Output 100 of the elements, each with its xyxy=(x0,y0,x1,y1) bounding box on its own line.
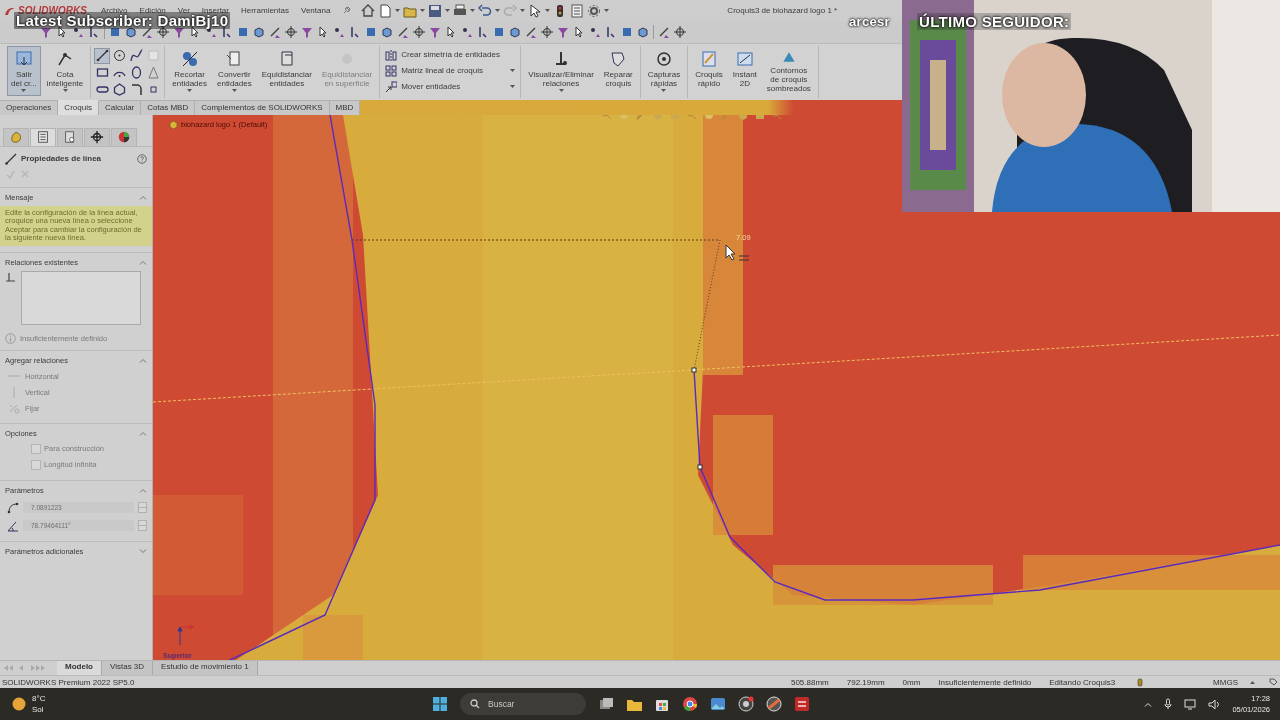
caret-icon[interactable] xyxy=(495,9,501,13)
tag-icon[interactable] xyxy=(1269,678,1278,687)
spline-tool-icon[interactable] xyxy=(129,49,143,63)
monitor-icon[interactable] xyxy=(1184,698,1197,710)
undo-icon[interactable] xyxy=(478,3,493,18)
cube-icon[interactable] xyxy=(637,26,649,39)
caret-icon[interactable] xyxy=(545,9,551,13)
pin-icon[interactable] xyxy=(342,6,352,16)
sketch-point[interactable] xyxy=(691,367,697,373)
microphone-icon[interactable] xyxy=(1164,698,1173,711)
caret-up-icon[interactable] xyxy=(1250,680,1255,684)
entity-tool-icon[interactable] xyxy=(385,64,398,77)
rebuild-icon[interactable] xyxy=(1137,677,1144,687)
cursor-icon[interactable] xyxy=(56,26,68,39)
home-icon[interactable] xyxy=(361,3,376,18)
save-icon[interactable] xyxy=(428,3,443,18)
windows-logo-icon[interactable] xyxy=(432,696,448,713)
ribbon-button[interactable]: Cota inteligente xyxy=(42,45,88,96)
caret-icon[interactable] xyxy=(420,9,426,13)
cube-icon[interactable] xyxy=(381,26,393,39)
caret-icon[interactable] xyxy=(231,88,237,92)
model-tab[interactable]: Modelo xyxy=(57,661,102,676)
cursor-icon[interactable] xyxy=(528,3,543,18)
polygon-tool-icon[interactable] xyxy=(112,83,126,97)
line-icon[interactable] xyxy=(477,26,489,39)
ribbon-button[interactable]: Equidistanciar entidades xyxy=(257,45,316,96)
ribbon-button[interactable]: Salir del cr... xyxy=(7,45,41,96)
speaker-icon[interactable] xyxy=(1208,698,1221,710)
cube-icon[interactable] xyxy=(253,26,265,39)
slash-icon[interactable] xyxy=(658,26,670,39)
slash-icon[interactable] xyxy=(525,26,537,39)
square-icon[interactable] xyxy=(109,26,121,39)
browser-icon[interactable] xyxy=(682,696,698,713)
checkbox[interactable] xyxy=(31,443,41,454)
panel-tab[interactable] xyxy=(111,127,137,146)
app-icon[interactable] xyxy=(794,696,810,713)
filter-icon[interactable] xyxy=(40,26,52,39)
ribbon-list-item[interactable]: Matriz lineal de croquis xyxy=(401,66,516,76)
point-icon[interactable] xyxy=(589,26,601,39)
new-document-icon[interactable] xyxy=(378,3,393,18)
ribbon-list-item[interactable]: Mover entidades xyxy=(401,82,516,92)
caret-icon[interactable] xyxy=(445,9,451,13)
caret-icon[interactable] xyxy=(21,88,27,92)
caret-icon[interactable] xyxy=(395,9,401,13)
circle-tool-icon[interactable] xyxy=(112,49,126,63)
units-selector[interactable]: MMGS xyxy=(1213,677,1238,687)
line-icon[interactable] xyxy=(605,26,617,39)
ribbon-button[interactable]: Visualizar/Eliminar relaciones xyxy=(524,45,598,96)
cube-icon[interactable] xyxy=(509,26,521,39)
point-icon[interactable] xyxy=(72,26,84,39)
ellipse-tool-icon[interactable] xyxy=(129,66,143,80)
ribbon-button[interactable]: Instant 2D xyxy=(728,45,761,96)
ribbon-list-item[interactable]: Crear simetría de entidades xyxy=(401,50,516,60)
panel-tab[interactable] xyxy=(30,127,56,146)
line-icon[interactable] xyxy=(349,26,361,39)
sketch-point[interactable] xyxy=(697,464,703,470)
caret-icon[interactable] xyxy=(470,9,476,13)
ribbon-button[interactable]: Contornos de croquis sombreados xyxy=(762,45,815,96)
photos-icon[interactable] xyxy=(710,696,726,713)
ribbon-button[interactable]: Capturas rápidas xyxy=(643,45,685,96)
fillet-tool-icon[interactable] xyxy=(129,83,143,97)
square-icon[interactable] xyxy=(237,26,249,39)
caret-icon[interactable] xyxy=(187,88,193,92)
search-field[interactable]: Buscar xyxy=(460,693,586,716)
ribbon-button[interactable]: Convertir entidades xyxy=(213,45,256,96)
cursor-icon[interactable] xyxy=(317,26,329,39)
panel-tab[interactable] xyxy=(84,127,110,146)
caret-icon[interactable] xyxy=(604,9,610,13)
filter-icon[interactable] xyxy=(429,26,441,39)
checkbox[interactable] xyxy=(31,459,41,470)
ribbon-button[interactable]: Reparar croquis xyxy=(599,45,637,96)
menu-item[interactable]: Ventana xyxy=(301,6,331,16)
rectangle-tool-icon[interactable] xyxy=(95,66,109,80)
square-icon[interactable] xyxy=(621,26,633,39)
settings-icon[interactable] xyxy=(587,3,602,18)
caret-icon[interactable] xyxy=(62,88,68,92)
slash-icon[interactable] xyxy=(141,26,153,39)
square-icon[interactable] xyxy=(365,26,377,39)
caret-icon[interactable] xyxy=(661,88,667,92)
crosshair-icon[interactable] xyxy=(285,26,297,39)
circle-app-icon[interactable] xyxy=(766,696,782,713)
line-tool-icon[interactable] xyxy=(95,49,109,63)
record-icon[interactable] xyxy=(738,696,754,713)
square-icon[interactable] xyxy=(493,26,505,39)
checkmark-icon[interactable] xyxy=(6,169,15,179)
caret-icon[interactable] xyxy=(520,9,526,13)
ribbon-button[interactable]: Croquis rápido xyxy=(691,45,727,96)
line-icon[interactable] xyxy=(88,26,100,39)
entity-tool-icon[interactable] xyxy=(385,80,398,93)
model-tab[interactable]: Vistas 3D xyxy=(102,661,154,676)
caret-icon[interactable] xyxy=(510,69,516,73)
ribbon-button[interactable]: Recortar entidades xyxy=(168,45,211,96)
crosshair-icon[interactable] xyxy=(413,26,425,39)
help-icon[interactable] xyxy=(137,153,147,164)
slash-icon[interactable] xyxy=(397,26,409,39)
caret-icon[interactable] xyxy=(558,88,564,92)
filter-icon[interactable] xyxy=(301,26,313,39)
slash-icon[interactable] xyxy=(269,26,281,39)
point-icon[interactable] xyxy=(333,26,345,39)
entity-tool-icon[interactable] xyxy=(385,48,398,61)
